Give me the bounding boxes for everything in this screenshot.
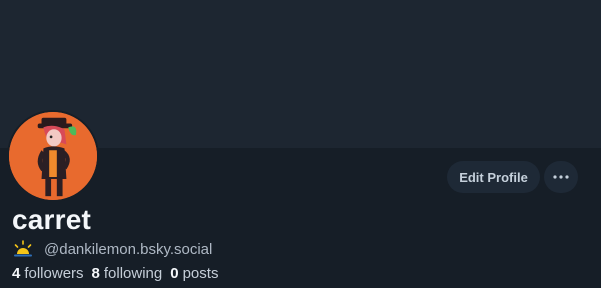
followers-link[interactable]: 4 followers [12, 265, 84, 282]
posts-label: posts [182, 265, 219, 282]
profile-header: Edit Profile carret @dankilemon.bsky.soc… [0, 0, 601, 288]
followers-label: followers [24, 265, 84, 282]
edit-profile-button[interactable]: Edit Profile [447, 161, 540, 193]
following-link[interactable]: 8 following [92, 265, 163, 282]
profile-stats: 4 followers 8 following 0 posts [12, 265, 218, 282]
handle-row: @dankilemon.bsky.social [12, 238, 212, 260]
following-label: following [103, 265, 163, 282]
followers-count: 4 [12, 265, 21, 282]
more-options-button[interactable] [544, 161, 578, 193]
sunrise-icon [14, 240, 32, 257]
posts-count: 0 [170, 265, 179, 282]
ellipsis-icon [553, 175, 569, 179]
following-count: 8 [91, 265, 100, 282]
posts-stat: 0 posts [170, 265, 218, 282]
profile-avatar[interactable] [7, 110, 99, 202]
display-name: carret [12, 204, 92, 235]
profile-banner[interactable] [0, 0, 601, 148]
avatar-character-illustration [9, 112, 97, 200]
profile-handle: @dankilemon.bsky.social [44, 240, 213, 258]
